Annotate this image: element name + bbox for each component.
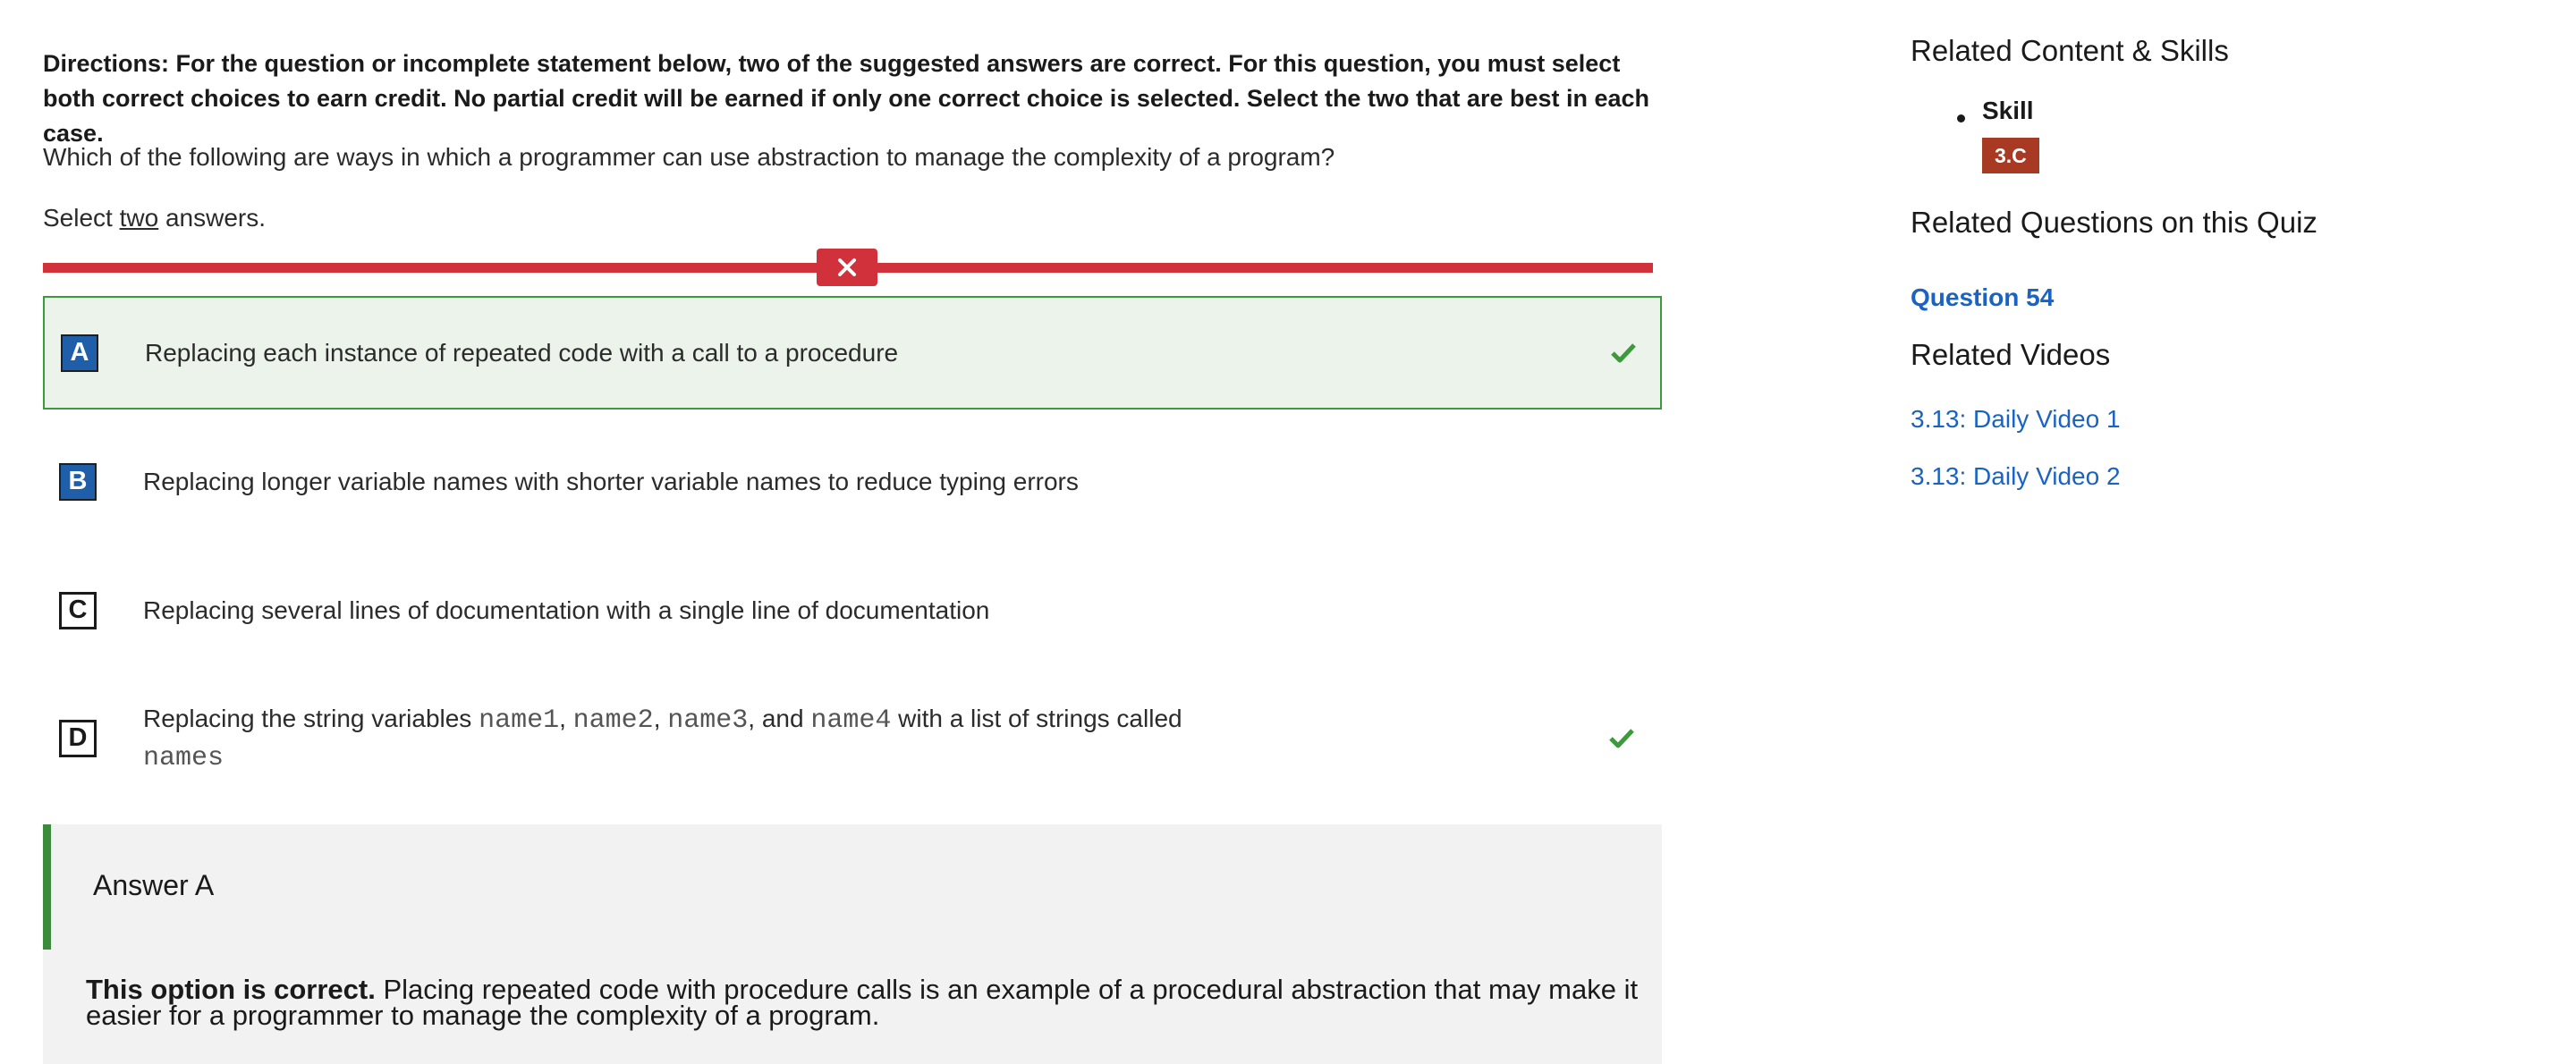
code-name1: name1 bbox=[479, 705, 560, 736]
skill-label: Skill bbox=[1982, 97, 2034, 124]
directions-text: Directions: For the question or incomple… bbox=[43, 50, 1650, 147]
choice-d-text-part: with a list of strings called bbox=[891, 704, 1182, 732]
select-prefix: Select bbox=[43, 204, 113, 232]
choice-a-letter: A bbox=[61, 334, 98, 372]
check-icon bbox=[1609, 728, 1634, 747]
choice-d-letter: D bbox=[59, 719, 97, 757]
incorrect-badge bbox=[817, 249, 877, 286]
related-videos-heading: Related Videos bbox=[1911, 338, 2111, 371]
select-instruction: Select two answers. bbox=[43, 204, 266, 232]
choice-d-text-part: Replacing the string variables bbox=[143, 704, 479, 732]
choice-d-text: Replacing the string variables name1, na… bbox=[143, 701, 1216, 776]
related-video-link[interactable]: 3.13: Daily Video 1 bbox=[1911, 405, 2121, 434]
select-suffix: answers. bbox=[165, 204, 267, 232]
choice-b[interactable]: B Replacing longer variable names with s… bbox=[43, 425, 1662, 538]
choice-a-text: Replacing each instance of repeated code… bbox=[145, 339, 899, 367]
close-icon bbox=[838, 258, 856, 276]
skill-badge[interactable]: 3.C bbox=[1982, 138, 2039, 173]
answer-explanation: This option is correct. Placing repeated… bbox=[86, 975, 1642, 1029]
bullet-icon bbox=[1957, 114, 1965, 122]
choice-d-text-part: , bbox=[653, 704, 668, 732]
choice-a[interactable]: A Replacing each instance of repeated co… bbox=[43, 296, 1662, 410]
choice-c-letter: C bbox=[59, 591, 97, 629]
answer-accent-bar bbox=[43, 824, 51, 950]
choice-d[interactable]: D Replacing the string variables name1, … bbox=[43, 681, 1662, 795]
related-question-link[interactable]: Question 54 bbox=[1911, 283, 2054, 312]
choice-c-text: Replacing several lines of documentation… bbox=[143, 596, 990, 624]
related-video-link[interactable]: 3.13: Daily Video 2 bbox=[1911, 462, 2121, 491]
answer-explanation-panel: Answer A This option is correct. Placing… bbox=[43, 824, 1662, 1064]
choice-d-text-part: , bbox=[559, 704, 573, 732]
check-icon bbox=[1611, 342, 1636, 362]
select-count: two bbox=[119, 204, 159, 232]
choice-b-letter: B bbox=[59, 462, 97, 501]
code-name4: name4 bbox=[810, 705, 892, 736]
answer-title: Answer A bbox=[93, 869, 215, 901]
code-names: names bbox=[143, 742, 225, 773]
choice-c[interactable]: C Replacing several lines of documentati… bbox=[43, 553, 1662, 667]
code-name3: name3 bbox=[667, 705, 749, 736]
code-name2: name2 bbox=[572, 705, 654, 736]
related-content-heading: Related Content & Skills bbox=[1911, 34, 2229, 67]
question-prompt: Which of the following are ways in which… bbox=[43, 143, 1335, 171]
related-questions-heading: Related Questions on this Quiz bbox=[1911, 206, 2318, 239]
choice-b-text: Replacing longer variable names with sho… bbox=[143, 468, 1079, 495]
choice-d-text-part: , and bbox=[748, 704, 811, 732]
